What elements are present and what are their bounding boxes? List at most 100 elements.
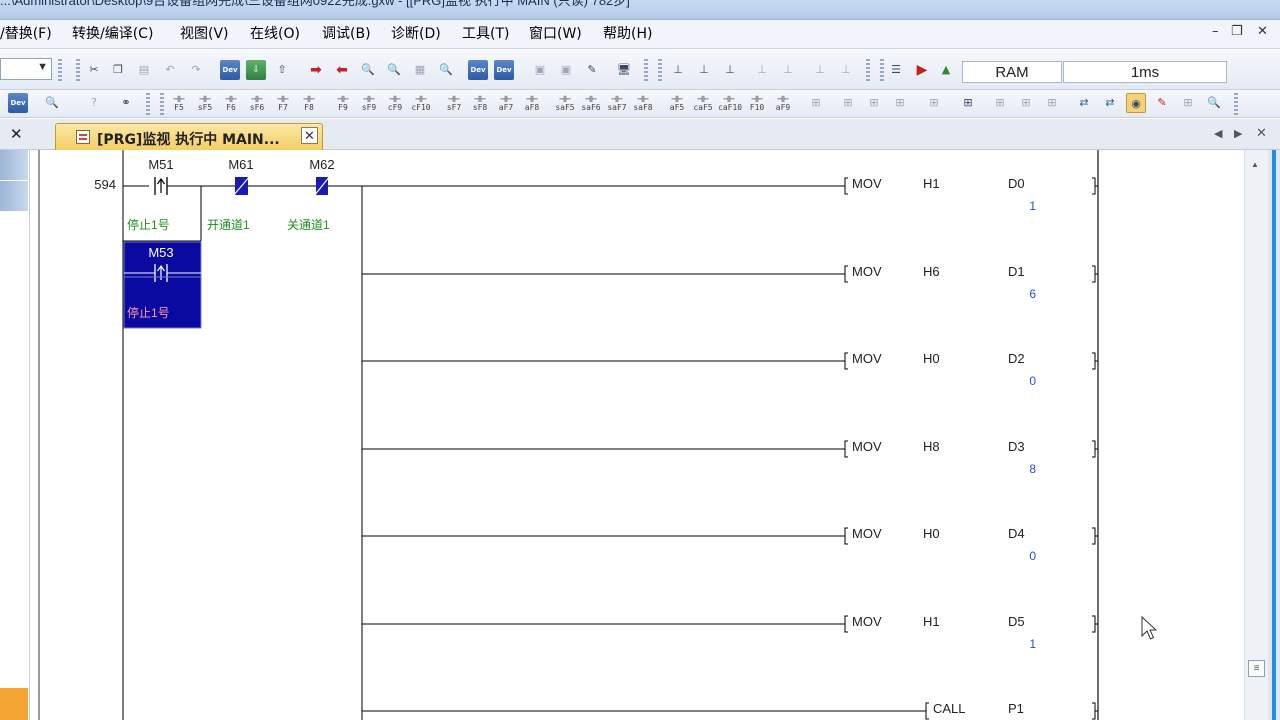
ladder-icon[interactable]: ⊥ [720,60,740,80]
contact-m61[interactable]: M61 开通道1 [207,157,254,232]
toolbar-grip[interactable] [160,93,164,115]
binoculars-icon[interactable]: ⚭ [116,93,136,113]
transfer-left-icon[interactable]: ⬅ [332,60,352,80]
help-icon[interactable]: ? [84,93,104,113]
comment-icon[interactable]: ▣ [530,60,550,80]
contact-m53[interactable]: M53 停止1号 [123,241,202,329]
contact-m62[interactable]: M62 关通道1 [287,157,335,232]
ladder-icon[interactable]: ⊥ [810,60,830,80]
tab-prev-icon[interactable]: ◀ [1214,127,1222,140]
fkey-button[interactable]: F5 [168,85,190,115]
menu-debug[interactable]: 调试(B) [322,24,371,44]
tab-close-all-icon[interactable]: ✕ [1256,125,1267,141]
ladder-icon[interactable]: ⊞ [924,93,944,113]
paste-icon[interactable]: ▤ [134,60,154,80]
fkey-button[interactable]: saF8 [632,85,654,115]
restore-icon[interactable]: ❐ [1231,24,1243,39]
instruction-row[interactable]: MOV H8 D3 8 [362,439,1098,476]
cross-ref-icon[interactable]: ▦ [410,60,430,80]
nav-panel-item[interactable] [0,181,28,211]
fkey-button[interactable]: aF8 [521,85,543,115]
fkey-button[interactable]: sF9 [358,85,380,115]
monitor-icon[interactable]: 🖥 [614,60,634,80]
search-icon[interactable]: 🔍 [42,93,62,113]
toolbar-grip[interactable] [58,59,62,81]
toolbar-grip[interactable] [644,59,648,81]
menu-online[interactable]: 在线(O) [250,24,300,44]
cut-icon[interactable]: ✂ [84,60,104,80]
toolbar-grip[interactable] [146,93,150,115]
fkey-button[interactable]: saF5 [554,85,576,115]
ladder-icon[interactable]: ⊞ [1016,93,1036,113]
toolbar-grip[interactable] [1234,93,1238,115]
fkey-button[interactable]: F6 [220,85,242,115]
copy-icon[interactable]: ❐ [108,60,128,80]
run-icon[interactable]: ▶ [912,60,932,80]
close-icon[interactable]: ✕ [1257,24,1268,39]
note-icon[interactable]: ✎ [582,60,602,80]
fkey-button[interactable]: aF5 [666,85,688,115]
menu-convert[interactable]: 转换/编译(C) [72,24,153,44]
minimize-icon[interactable]: – [1212,24,1219,39]
menu-help[interactable]: 帮助(H) [603,24,652,44]
instruction-row[interactable]: MOV H1 D5 1 [362,614,1098,651]
menu-find-replace[interactable]: /替换(F) [0,24,52,44]
fkey-button[interactable]: cF9 [384,85,406,115]
menu-diagnostics[interactable]: 诊断(D) [391,24,441,44]
fkey-button[interactable]: F9 [332,85,354,115]
ladder-icon[interactable]: ⊥ [694,60,714,80]
device-icon[interactable]: Dev [8,93,28,113]
edit-icon[interactable]: ✎ [1152,93,1172,113]
toolbar-grip[interactable] [866,59,870,81]
scroll-up-icon[interactable]: ▲ [1251,160,1259,169]
ladder-icon[interactable]: ⊞ [990,93,1010,113]
ladder-editor[interactable]: 594 M51 停止1号 M61 开通道1 M62 关通道1 M53 停止1号 … [36,150,1244,720]
write-icon[interactable]: ⇩ [246,60,266,80]
tab-main-monitor[interactable]: [PRG]监视 执行中 MAIN... ✕ [55,123,323,150]
fkey-button[interactable]: caF5 [692,85,714,115]
search-instruction-icon[interactable]: 🔍 [384,60,404,80]
warning-icon[interactable]: ▲ [936,60,956,80]
contact-m51[interactable]: M51 停止1号 [127,157,174,232]
instruction-row[interactable]: MOV H1 D0 1 [362,176,1098,213]
tab-next-icon[interactable]: ▶ [1234,127,1242,140]
find-icon[interactable]: 🔍 [436,60,456,80]
undo-icon[interactable]: ↶ [160,60,180,80]
fkey-button[interactable]: sF5 [194,85,216,115]
ladder-icon[interactable]: ⊞ [1042,93,1062,113]
instruction-row[interactable]: MOV H0 D4 0 [362,526,1098,563]
ladder-icon[interactable]: ⊥ [668,60,688,80]
redo-icon[interactable]: ↷ [186,60,206,80]
fkey-button[interactable]: aF7 [495,85,517,115]
ladder-icon[interactable]: ⊞ [806,93,826,113]
monitor-mode-icon[interactable]: ◉ [1126,93,1146,113]
menu-tools[interactable]: 工具(T) [462,24,509,44]
fkey-button[interactable]: sF7 [443,85,465,115]
instruction-row[interactable]: MOV H0 D2 0 [362,351,1098,388]
statement-icon[interactable]: ▣ [556,60,576,80]
instruction-row[interactable]: MOV H6 D1 6 [362,264,1098,301]
nav-panel-item[interactable] [0,150,28,180]
toolbar-dropdown[interactable]: ▼ [0,58,52,80]
fkey-button[interactable]: F10 [746,85,768,115]
nav-panel-item[interactable] [0,688,28,720]
network-icon[interactable]: ⇄ [1100,93,1120,113]
device-batch-icon[interactable]: Dev [468,60,488,80]
fkey-button[interactable]: caF10 [718,85,742,115]
ladder-icon[interactable]: ⊞ [864,93,884,113]
network-icon[interactable]: ⇄ [1074,93,1094,113]
fkey-button[interactable]: F8 [298,85,320,115]
ladder-icon[interactable]: ⊞ [838,93,858,113]
device-icon[interactable]: Dev [220,60,240,80]
tab-close-icon[interactable]: ✕ [301,127,318,144]
instruction-row[interactable]: CALL P1 [362,701,1098,720]
fkey-button[interactable]: saF7 [606,85,628,115]
toolbar-grip[interactable] [76,59,80,81]
fkey-button[interactable]: cF10 [410,85,432,115]
transfer-right-icon[interactable]: ➡ [306,60,326,80]
ladder-icon[interactable]: ⊞ [1178,93,1198,113]
fkey-button[interactable]: saF6 [580,85,602,115]
zoom-icon[interactable]: 🔍 [1204,93,1224,113]
device-replace-icon[interactable]: Dev [494,60,514,80]
plc-list-icon[interactable]: ☰ [886,60,906,80]
